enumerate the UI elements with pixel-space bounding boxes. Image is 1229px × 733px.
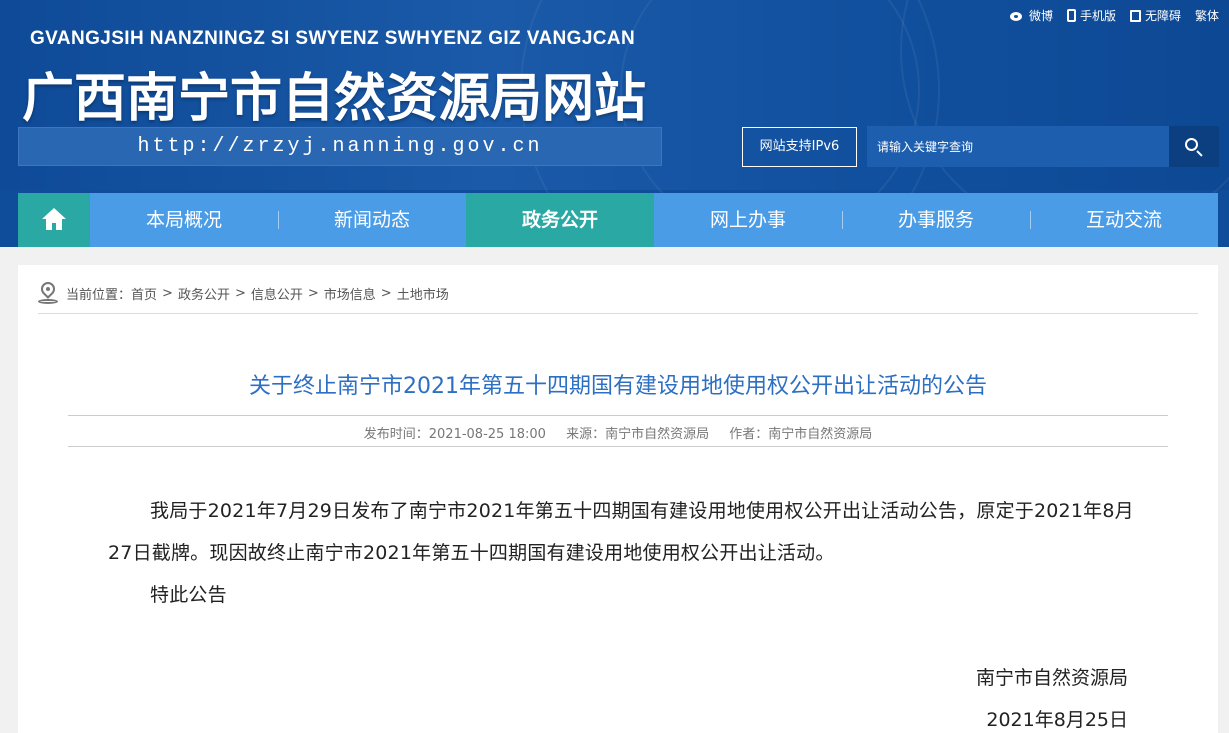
main-nav: 本局概况 新闻动态 政务公开 网上办事 办事服务 互动交流: [18, 193, 1218, 247]
traditional-chinese-link[interactable]: 繁体: [1195, 7, 1219, 24]
breadcrumb-separator: >: [234, 285, 246, 301]
mobile-label: 手机版: [1079, 9, 1116, 23]
search-button[interactable]: [1169, 126, 1219, 167]
search-icon: [1185, 138, 1198, 151]
top-links: 微博 手机版 无障碍 繁体: [1009, 7, 1219, 24]
mobile-link[interactable]: 手机版: [1066, 7, 1116, 24]
signature-org: 南宁市自然资源局: [975, 667, 1128, 689]
breadcrumb-market-info[interactable]: 市场信息: [324, 284, 376, 303]
breadcrumb-prefix: 当前位置：: [66, 287, 132, 303]
nav-home-button[interactable]: [18, 193, 90, 247]
article-paragraph: 我局于2021年7月29日发布了南宁市2021年第五十四期国有建设用地使用权公开…: [108, 500, 1134, 564]
article-source: 来源：南宁市自然资源局: [566, 427, 710, 442]
breadcrumb-separator: >: [380, 285, 392, 301]
ipv6-badge[interactable]: 网站支持IPv6: [742, 127, 857, 167]
divider: [38, 313, 1198, 314]
home-icon: [42, 208, 66, 230]
article-author: 作者：南宁市自然资源局: [729, 427, 873, 442]
article-body: 我局于2021年7月29日发布了南宁市2021年第五十四期国有建设用地使用权公开…: [108, 490, 1138, 616]
site-pinyin-title: GVANGJSIH NANZNINGZ SI SWYENZ SWHYENZ GI…: [30, 28, 636, 49]
mobile-icon: [1066, 9, 1076, 22]
weibo-icon: [1009, 10, 1025, 22]
search-input[interactable]: [867, 126, 1169, 167]
nav-item-interaction[interactable]: 互动交流: [1030, 193, 1218, 247]
site-url: http://zrzyj.nanning.gov.cn: [137, 135, 543, 158]
accessibility-icon: [1129, 9, 1141, 22]
weibo-link[interactable]: 微博: [1009, 7, 1053, 24]
divider: [68, 415, 1168, 416]
breadcrumb-gov-affairs[interactable]: 政务公开: [178, 284, 230, 303]
nav-item-about[interactable]: 本局概况: [90, 193, 278, 247]
breadcrumb-land-market[interactable]: 土地市场: [397, 284, 449, 303]
weibo-label: 微博: [1028, 9, 1053, 23]
breadcrumb-home[interactable]: 首页: [131, 284, 157, 303]
article-paragraph: 特此公告: [150, 584, 227, 606]
traditional-chinese-label: 繁体: [1194, 9, 1219, 23]
site-url-bar: http://zrzyj.nanning.gov.cn: [18, 127, 662, 166]
publish-time: 发布时间：2021-08-25 18:00: [363, 427, 546, 442]
nav-item-gov-affairs[interactable]: 政务公开: [466, 193, 654, 247]
nav-item-news[interactable]: 新闻动态: [278, 193, 466, 247]
signature-date: 2021年8月25日: [986, 709, 1128, 731]
article-meta: 发布时间：2021-08-25 18:00 来源：南宁市自然资源局 作者：南宁市…: [18, 423, 1218, 442]
location-pin-icon: [38, 279, 58, 304]
breadcrumb: 当前位置： 首页 > 政务公开 > 信息公开 > 市场信息 > 土地市场: [38, 279, 449, 305]
nav-item-service-guide[interactable]: 办事服务: [842, 193, 1030, 247]
divider: [68, 446, 1168, 447]
article-container: 当前位置： 首页 > 政务公开 > 信息公开 > 市场信息 > 土地市场 关于终…: [18, 265, 1218, 733]
breadcrumb-separator: >: [307, 285, 319, 301]
breadcrumb-separator: >: [162, 285, 173, 301]
site-title[interactable]: 广西南宁市自然资源局网站: [22, 56, 646, 131]
breadcrumb-info-disclosure[interactable]: 信息公开: [251, 284, 303, 303]
nav-item-online-services[interactable]: 网上办事: [654, 193, 842, 247]
accessibility-link[interactable]: 无障碍: [1129, 7, 1181, 24]
article-title: 关于终止南宁市2021年第五十四期国有建设用地使用权公开出让活动的公告: [249, 374, 987, 399]
accessibility-label: 无障碍: [1144, 9, 1181, 23]
